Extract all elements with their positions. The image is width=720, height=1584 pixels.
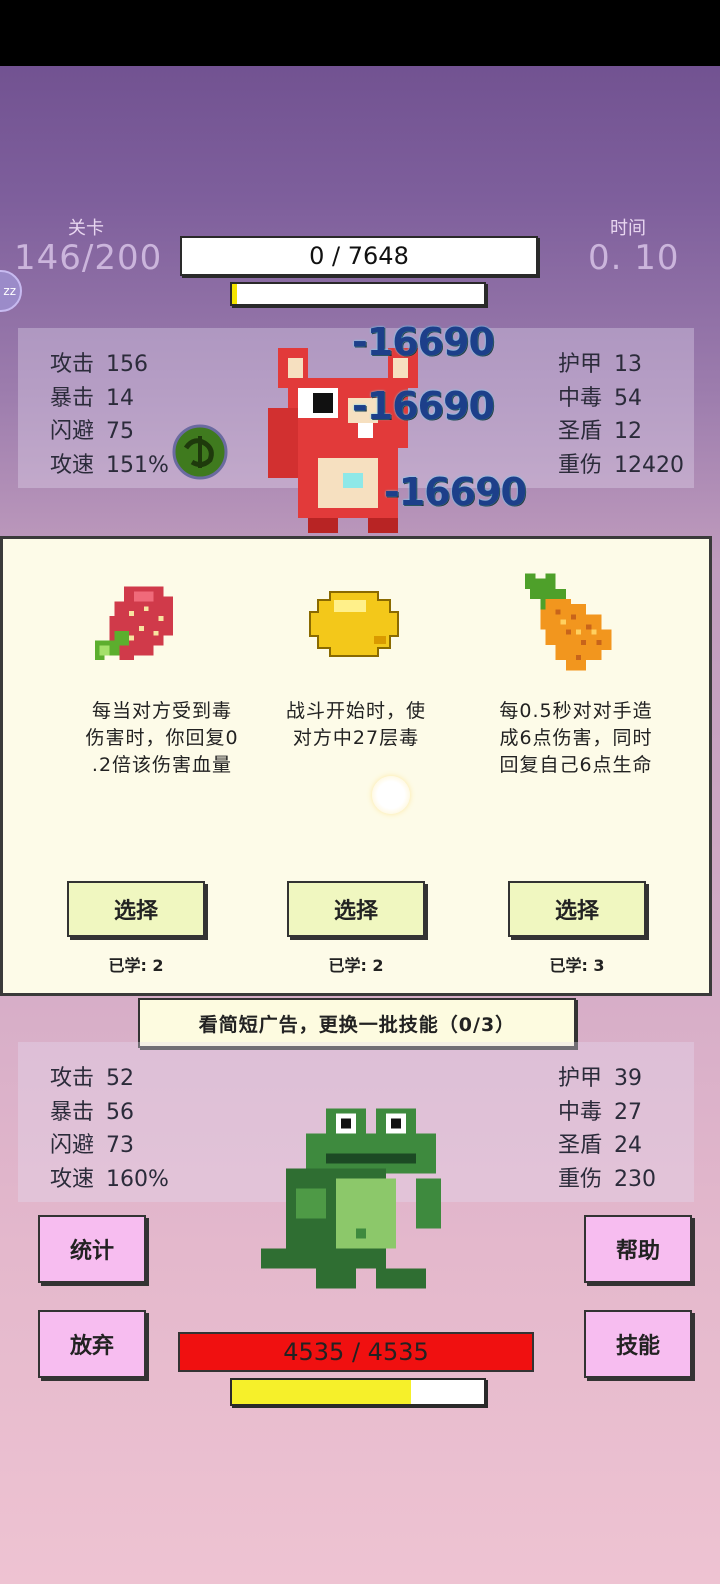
- stat-label: 暴击: [50, 1099, 95, 1125]
- stat-label: 攻击: [50, 352, 95, 377]
- stat-row: 闪避 75: [50, 413, 134, 445]
- player-hp-bar: 4535 / 4535: [178, 1332, 534, 1372]
- stat-label: 暴击: [50, 385, 95, 411]
- stat-row: 中毒 54: [558, 380, 642, 412]
- learned-count-1: 已学: 2: [108, 956, 164, 975]
- skill-description-1: 每当对方受到毒 伤害时，你回复0.2倍该伤害血量: [85, 700, 239, 776]
- skill-description-2: 战斗开始时，使 对方中27层毒: [285, 700, 426, 749]
- stat-row: 圣盾 12: [558, 413, 642, 445]
- stat-value: 13: [614, 352, 643, 377]
- strawberry-icon: [94, 586, 174, 661]
- stat-label: 攻速: [50, 1166, 95, 1192]
- stat-value: 151%: [106, 452, 169, 478]
- refresh-skills-ad-button[interactable]: 看简短广告，更换一批技能（0/3）: [138, 998, 576, 1048]
- stat-value: 156: [106, 352, 149, 377]
- stat-value: 12: [614, 419, 643, 444]
- stat-row: 暴击 56: [50, 1094, 134, 1126]
- stat-label: 圣盾: [558, 1133, 603, 1158]
- stat-row: 暴击 14: [50, 380, 134, 412]
- stat-row: 攻速 151%: [50, 447, 169, 479]
- skill-description-3: 每0.5秒对对手造 成6点伤害，同时 回复自己6点生命: [499, 700, 653, 776]
- stat-label: 圣盾: [558, 419, 603, 444]
- stat-label: 闪避: [50, 1133, 95, 1158]
- enemy-hp-bar: 0 / 7648: [180, 236, 538, 276]
- stat-label: 中毒: [558, 385, 603, 411]
- stat-label: 攻速: [50, 452, 95, 478]
- enemy-energy-fill: [232, 284, 238, 304]
- stat-row: 闪避 73: [50, 1127, 134, 1159]
- stat-value: 24: [614, 1133, 643, 1158]
- enemy-energy-bar: [230, 282, 486, 306]
- time-value: 0. 10: [588, 238, 680, 278]
- poison-status-icon: [172, 424, 228, 480]
- stat-label: 护甲: [558, 1066, 603, 1091]
- stat-label: 中毒: [558, 1099, 603, 1125]
- stat-row: 护甲 13: [558, 346, 642, 378]
- player-energy-fill: [232, 1380, 411, 1404]
- player-frog-sprite: [261, 1108, 441, 1289]
- stat-row: 攻击 156: [50, 346, 148, 378]
- stat-value: 39: [614, 1066, 643, 1091]
- learned-count-3: 已学: 3: [549, 956, 605, 975]
- select-skill-button-1[interactable]: 选择: [67, 881, 205, 937]
- give-up-button[interactable]: 放弃: [38, 1310, 146, 1378]
- level-value: 146/200: [14, 238, 163, 278]
- damage-number: -16690: [384, 470, 527, 514]
- stat-label: 护甲: [558, 352, 603, 377]
- stat-row: 重伤 230: [558, 1161, 656, 1193]
- stat-value: 52: [106, 1066, 135, 1091]
- stat-value: 27: [614, 1099, 643, 1125]
- lemon-icon: [308, 590, 400, 658]
- stat-value: 160%: [106, 1166, 169, 1192]
- stat-label: 闪避: [50, 419, 95, 444]
- touch-indicator: [372, 776, 410, 814]
- stat-row: 重伤 12420: [558, 447, 684, 479]
- stat-value: 54: [614, 385, 643, 411]
- stat-label: 重伤: [558, 1166, 603, 1192]
- stat-value: 56: [106, 1099, 135, 1125]
- stat-row: 攻击 52: [50, 1060, 134, 1092]
- stat-row: 攻速 160%: [50, 1161, 169, 1193]
- stat-value: 230: [614, 1166, 657, 1192]
- stat-value: 75: [106, 419, 135, 444]
- pineapple-icon: [525, 573, 612, 671]
- stat-row: 护甲 39: [558, 1060, 642, 1092]
- select-skill-button-3[interactable]: 选择: [508, 881, 646, 937]
- stat-label: 重伤: [558, 452, 603, 478]
- stat-label: 攻击: [50, 1066, 95, 1091]
- stat-value: 73: [106, 1133, 135, 1158]
- help-button[interactable]: 帮助: [584, 1215, 692, 1283]
- stat-row: 中毒 27: [558, 1094, 642, 1126]
- select-skill-button-2[interactable]: 选择: [287, 881, 425, 937]
- status-bar: [0, 0, 720, 66]
- stat-value: 14: [106, 385, 135, 411]
- player-energy-bar: [230, 1378, 486, 1406]
- time-label: 时间: [610, 218, 646, 239]
- learned-count-2: 已学: 2: [328, 956, 384, 975]
- statistics-button[interactable]: 统计: [38, 1215, 146, 1283]
- damage-number: -16690: [352, 384, 495, 428]
- level-label: 关卡: [68, 218, 104, 239]
- stat-value: 12420: [614, 452, 685, 478]
- damage-number: -16690: [352, 320, 495, 364]
- skills-button[interactable]: 技能: [584, 1310, 692, 1378]
- stat-row: 圣盾 24: [558, 1127, 642, 1159]
